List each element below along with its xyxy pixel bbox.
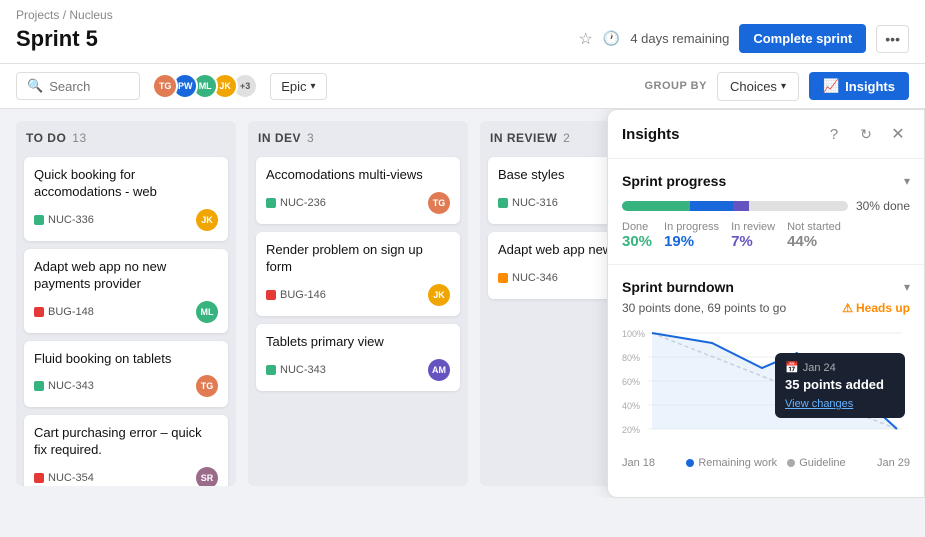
card-avatar: AM [428, 359, 450, 381]
progress-inreview-bar [733, 201, 749, 211]
card-title: Accomodations multi-views [266, 167, 450, 184]
refresh-icon-button[interactable]: ↻ [854, 122, 878, 146]
stat-notstarted: Not started 44% [787, 221, 841, 250]
card-avatar: TG [428, 192, 450, 214]
legend-dot-gray [787, 459, 795, 467]
svg-text:80%: 80% [622, 353, 640, 363]
insights-panel: Insights ? ↻ ✕ Sprint progress ▾ 30% don… [607, 109, 925, 498]
warning-icon: ⚠ [842, 301, 853, 315]
clock-icon: 🕐 [603, 30, 620, 47]
search-icon: 🔍 [27, 78, 43, 94]
card[interactable]: Quick booking for accomodations - web NU… [24, 157, 228, 241]
card-title: Cart purchasing error – quick fix requir… [34, 425, 218, 459]
help-icon-button[interactable]: ? [822, 122, 846, 146]
card-title: Render problem on sign up form [266, 242, 450, 276]
card-avatar: SR [196, 467, 218, 486]
avatar-group: TG PW ML JK +3 [152, 73, 258, 99]
card-title: Quick booking for accomodations - web [34, 167, 218, 201]
chevron-down-icon: ▾ [310, 81, 315, 92]
tag-dot-green [266, 198, 276, 208]
complete-sprint-button[interactable]: Complete sprint [739, 24, 866, 53]
tag-dot-orange [498, 273, 508, 283]
issue-tag: NUC-343 [48, 380, 94, 392]
card[interactable]: Fluid booking on tablets NUC-343 TG [24, 341, 228, 408]
legend-dot-blue [686, 459, 694, 467]
card-avatar: JK [196, 209, 218, 231]
column-indev-label: IN DEV [258, 131, 301, 145]
sprint-burndown-title: Sprint burndown [622, 279, 734, 295]
overall-done-label: 30% done [856, 199, 910, 213]
stat-done: Done 30% [622, 221, 652, 250]
progress-done-bar [622, 201, 690, 211]
column-inreview-label: IN REVIEW [490, 131, 557, 145]
card[interactable]: Adapt web app no new payments provider B… [24, 249, 228, 333]
issue-tag: NUC-343 [280, 364, 326, 376]
choices-button[interactable]: Choices ▾ [717, 72, 799, 101]
progress-inprogress-bar [690, 201, 733, 211]
tag-dot-red [34, 307, 44, 317]
more-options-button[interactable]: ••• [876, 25, 909, 53]
date-start: Jan 18 [622, 457, 655, 469]
card-avatar: JK [428, 284, 450, 306]
column-todo-label: TO DO [26, 131, 66, 145]
card-title: Fluid booking on tablets [34, 351, 218, 368]
close-icon-button[interactable]: ✕ [886, 122, 910, 146]
card[interactable]: Cart purchasing error – quick fix requir… [24, 415, 228, 486]
burndown-subtitle: 30 points done, 69 points to go [622, 301, 786, 315]
tag-dot-red [266, 290, 276, 300]
tag-dot-green [34, 215, 44, 225]
tag-dot-green [266, 365, 276, 375]
sprint-progress-title: Sprint progress [622, 173, 726, 189]
tooltip-date: Jan 24 [803, 362, 836, 374]
chevron-down-icon: ▾ [781, 81, 786, 92]
svg-text:100%: 100% [622, 329, 645, 339]
tag-dot-green [34, 381, 44, 391]
star-icon[interactable]: ☆ [579, 29, 593, 49]
issue-tag: NUC-354 [48, 472, 94, 484]
column-todo: TO DO 13 Quick booking for accomodations… [16, 121, 236, 486]
issue-tag: NUC-236 [280, 197, 326, 209]
insights-panel-title: Insights [622, 126, 680, 143]
tag-dot-red [34, 473, 44, 483]
column-inreview-count: 2 [563, 131, 570, 145]
epic-filter-button[interactable]: Epic ▾ [270, 73, 326, 100]
sprint-progress-chevron[interactable]: ▾ [904, 174, 910, 188]
card-title: Adapt web app no new payments provider [34, 259, 218, 293]
search-box[interactable]: 🔍 [16, 72, 140, 100]
burndown-tooltip: 📅 Jan 24 35 points added View changes [775, 353, 905, 418]
days-remaining: 4 days remaining [630, 31, 729, 46]
issue-tag: NUC-346 [512, 272, 558, 284]
card-avatar: TG [196, 375, 218, 397]
tooltip-link[interactable]: View changes [785, 398, 853, 410]
card-title: Tablets primary view [266, 334, 450, 351]
issue-tag: BUG-148 [48, 306, 94, 318]
groupby-label: GROUP BY [644, 80, 706, 92]
issue-tag: BUG-146 [280, 289, 326, 301]
column-indev: IN DEV 3 Accomodations multi-views NUC-2… [248, 121, 468, 486]
tag-dot-green [498, 198, 508, 208]
page-title: Sprint 5 [16, 26, 98, 52]
svg-text:40%: 40% [622, 401, 640, 411]
avatar[interactable]: TG [152, 73, 178, 99]
card[interactable]: Tablets primary view NUC-343 AM [256, 324, 460, 391]
card[interactable]: Render problem on sign up form BUG-146 J… [256, 232, 460, 316]
insights-button[interactable]: 📈 Insights [809, 72, 909, 100]
column-todo-count: 13 [72, 131, 86, 145]
svg-text:60%: 60% [622, 377, 640, 387]
card-avatar: ML [196, 301, 218, 323]
date-end: Jan 29 [877, 457, 910, 469]
stat-inreview: In review 7% [731, 221, 775, 250]
issue-tag: NUC-336 [48, 214, 94, 226]
chart-icon: 📈 [823, 78, 839, 94]
breadcrumb: Projects / Nucleus [16, 8, 909, 22]
heads-up-badge: ⚠ Heads up [842, 301, 910, 315]
issue-tag: NUC-316 [512, 197, 558, 209]
svg-text:20%: 20% [622, 425, 640, 435]
sprint-burndown-chevron[interactable]: ▾ [904, 280, 910, 294]
card[interactable]: Accomodations multi-views NUC-236 TG [256, 157, 460, 224]
column-indev-count: 3 [307, 131, 314, 145]
tooltip-points: 35 points added [785, 377, 895, 392]
search-input[interactable] [49, 79, 129, 94]
stat-inprogress: In progress 19% [664, 221, 719, 250]
